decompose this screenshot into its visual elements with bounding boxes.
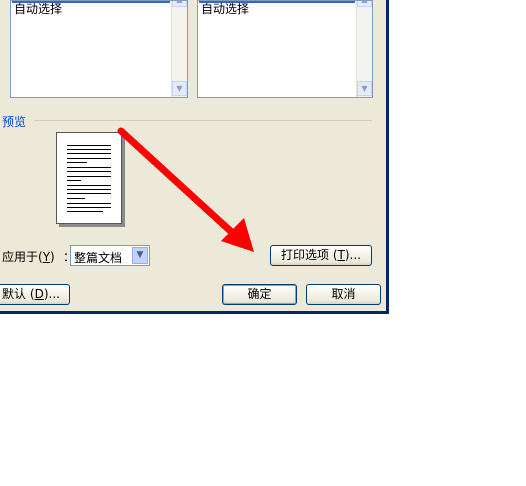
annotation-arrow-icon: [117, 127, 254, 252]
